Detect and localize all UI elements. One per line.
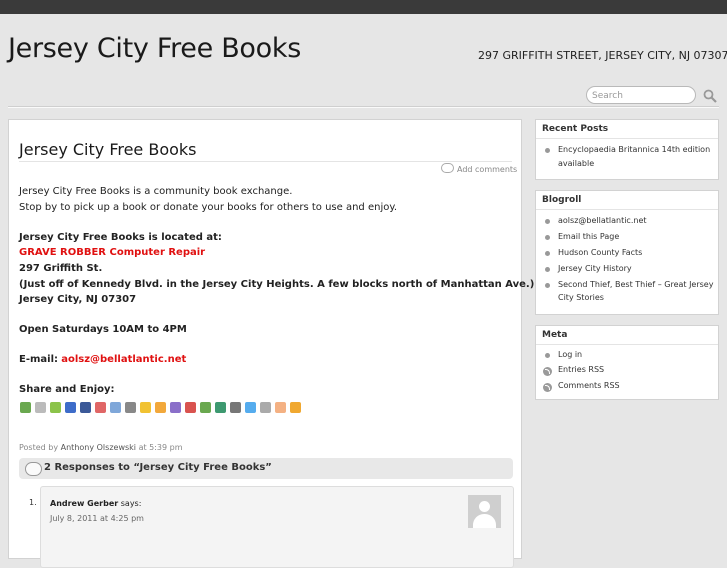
recent-posts-title: Recent Posts [542, 124, 609, 134]
comment-author[interactable]: Andrew Gerber [50, 499, 118, 508]
share-service-icon[interactable] [50, 402, 61, 413]
blogroll-title: Blogroll [542, 195, 582, 205]
share-service-icon[interactable] [215, 402, 226, 413]
responses-heading: 2 Responses to “Jersey City Free Books” [44, 462, 272, 473]
blogroll-item-hudson[interactable]: Hudson County Facts [558, 246, 642, 259]
bullet-icon [545, 235, 550, 240]
location-heading: Jersey City Free Books is located at: [19, 232, 222, 243]
share-service-icon[interactable] [65, 402, 76, 413]
share-icons [20, 398, 305, 413]
rss-icon [543, 367, 552, 376]
posted-author[interactable]: Anthony Olszewski [61, 443, 136, 452]
meta-comments-rss-link[interactable]: Comments RSS [558, 379, 620, 392]
share-service-icon[interactable] [245, 402, 256, 413]
comment-says: says: [120, 499, 142, 508]
bullet-icon [545, 148, 550, 153]
search-icon[interactable] [703, 89, 717, 103]
bullet-icon [545, 251, 550, 256]
search-input[interactable]: Search [586, 86, 696, 104]
recent-post-link-cont[interactable]: available [558, 157, 594, 170]
share-service-icon[interactable] [260, 402, 271, 413]
site-title[interactable]: Jersey City Free Books [8, 33, 301, 64]
bullet-icon [545, 219, 550, 224]
share-service-icon[interactable] [95, 402, 106, 413]
avatar-head-shape [479, 501, 490, 512]
intro-line-2: Stop by to pick up a book or donate your… [19, 202, 398, 213]
share-service-icon[interactable] [230, 402, 241, 413]
site-address: 297 GRIFFITH STREET, JERSEY CITY, NJ 073… [478, 49, 727, 62]
share-service-icon[interactable] [275, 402, 286, 413]
bullet-icon [545, 283, 550, 288]
blogroll-widget: Blogroll aolsz@bellatlantic.net Email th… [535, 190, 719, 315]
meta-entries-rss-link[interactable]: Entries RSS [558, 363, 604, 376]
share-service-icon[interactable] [125, 402, 136, 413]
comment-date[interactable]: July 8, 2011 at 4:25 pm [50, 514, 144, 523]
title-divider [19, 161, 512, 162]
email-line: E-mail: aolsz@bellatlantic.net [19, 354, 186, 365]
avatar [468, 495, 501, 528]
share-service-icon[interactable] [20, 402, 31, 413]
widget-divider [536, 344, 718, 345]
top-bar [0, 0, 727, 14]
share-service-icon[interactable] [80, 402, 91, 413]
responses-header: 2 Responses to “Jersey City Free Books” [19, 458, 513, 479]
share-service-icon[interactable] [185, 402, 196, 413]
comment-item: Andrew Gerber says: July 8, 2011 at 4:25… [40, 486, 514, 568]
intro-line-1: Jersey City Free Books is a community bo… [19, 186, 293, 197]
city-state-zip: Jersey City, NJ 07307 [19, 294, 137, 305]
email-link[interactable]: aolsz@bellatlantic.net [61, 354, 186, 365]
blogroll-item-second-thief-cont[interactable]: City Stories [558, 291, 604, 304]
share-service-icon[interactable] [200, 402, 211, 413]
meta-widget: Meta Log in Entries RSS Comments RSS [535, 325, 719, 400]
share-service-icon[interactable] [140, 402, 151, 413]
add-comments-label: Add comments [457, 165, 518, 174]
blogroll-item-second-thief[interactable]: Second Thief, Best Thief – Great Jersey [558, 278, 713, 291]
share-service-icon[interactable] [290, 402, 301, 413]
email-label: E-mail: [19, 354, 59, 365]
recent-post-link[interactable]: Encyclopaedia Britannica 14th edition [558, 143, 710, 156]
store-link[interactable]: GRAVE ROBBER Computer Repair [19, 247, 205, 258]
widget-divider [536, 138, 718, 139]
bullet-icon [545, 353, 550, 358]
post-content-panel: Jersey City Free Books Add comments Jers… [8, 119, 534, 568]
widget-divider [536, 209, 718, 210]
share-label: Share and Enjoy: [19, 384, 115, 395]
meta-login-link[interactable]: Log in [558, 348, 582, 361]
comment-bubble-icon [441, 163, 454, 173]
comment-number: 1. [29, 498, 37, 507]
header-divider [8, 106, 719, 108]
share-service-icon[interactable] [35, 402, 46, 413]
posted-by: Posted by Anthony Olszewski at 5:39 pm [19, 443, 183, 452]
recent-posts-widget: Recent Posts Encyclopaedia Britannica 14… [535, 119, 719, 180]
street-address: 297 Griffith St. [19, 263, 103, 274]
blogroll-item-email-page[interactable]: Email this Page [558, 230, 619, 243]
comment-author-line: Andrew Gerber says: [50, 499, 141, 508]
share-service-icon[interactable] [155, 402, 166, 413]
rss-icon [543, 383, 552, 392]
comments-bubble-icon [25, 462, 42, 476]
blogroll-item-history[interactable]: Jersey City History [558, 262, 632, 275]
add-comments-link[interactable]: Add comments [441, 163, 517, 174]
share-service-icon[interactable] [110, 402, 121, 413]
avatar-body-shape [473, 514, 496, 528]
posted-prefix: Posted by [19, 443, 59, 452]
bullet-icon [545, 267, 550, 272]
opening-hours: Open Saturdays 10AM to 4PM [19, 324, 187, 335]
share-service-icon[interactable] [170, 402, 181, 413]
blogroll-item-email[interactable]: aolsz@bellatlantic.net [558, 214, 647, 227]
posted-time: at 5:39 pm [138, 443, 183, 452]
meta-title: Meta [542, 330, 568, 340]
post-title[interactable]: Jersey City Free Books [19, 140, 197, 159]
directions: (Just off of Kennedy Blvd. in the Jersey… [19, 279, 535, 290]
